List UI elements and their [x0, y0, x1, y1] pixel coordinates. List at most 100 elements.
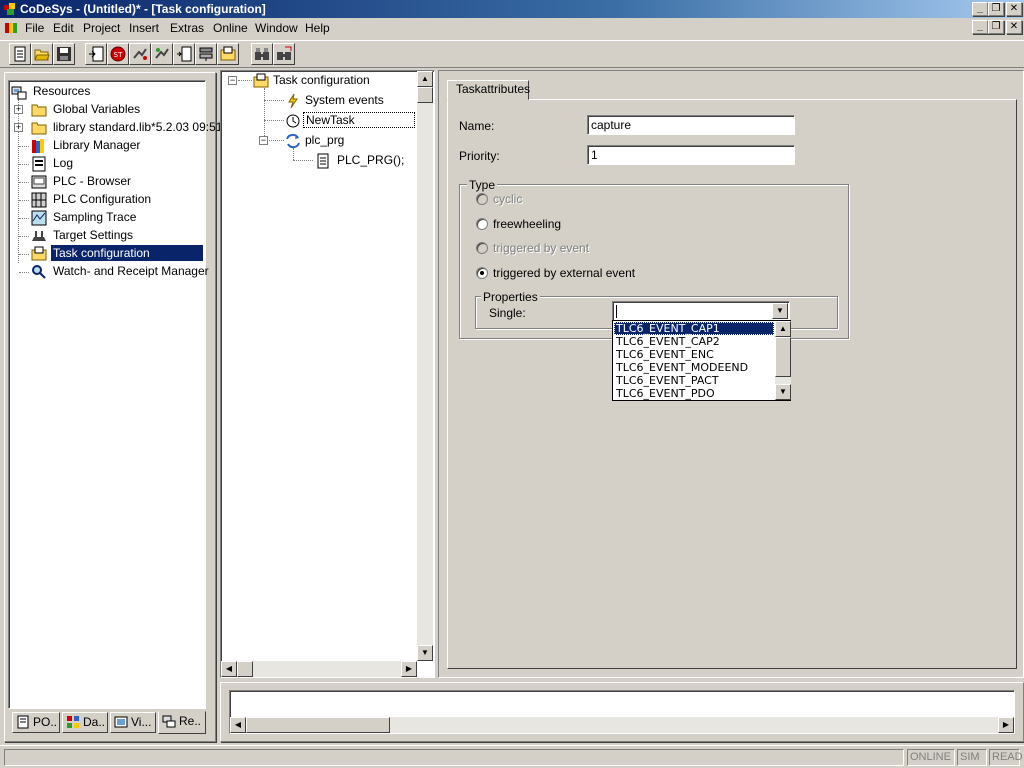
- library-icon: [32, 139, 44, 153]
- find-button[interactable]: [251, 43, 273, 65]
- dropdown-option[interactable]: TLC6_EVENT_ENC: [614, 348, 774, 361]
- task-tree-pane[interactable]: − Task configuration System events NewTa…: [220, 70, 435, 678]
- menu-file[interactable]: File: [25, 21, 44, 35]
- expand-plus-icon[interactable]: +: [14, 105, 23, 114]
- dropdown-option[interactable]: TLC6_EVENT_PACT: [614, 374, 774, 387]
- browser-icon: [31, 175, 47, 189]
- restore-button[interactable]: ❐: [988, 2, 1004, 16]
- tree-connector: [269, 140, 284, 141]
- radio-button[interactable]: [476, 218, 488, 230]
- folder-icon: [31, 122, 47, 135]
- tab-visualizations[interactable]: Vi...: [110, 712, 156, 733]
- dropdown-arrow-icon[interactable]: ▼: [772, 303, 788, 319]
- program-call-icon: [286, 133, 300, 149]
- menu-bar: File Edit Project Insert Extras Online W…: [0, 18, 1024, 38]
- tree-connector: [19, 218, 29, 219]
- menu-project[interactable]: Project: [83, 21, 120, 35]
- login-icon: [89, 46, 104, 62]
- document-system-menu-icon[interactable]: [4, 21, 18, 35]
- minimize-button[interactable]: _: [972, 2, 988, 16]
- scroll-up-arrow-icon[interactable]: ▲: [775, 321, 791, 337]
- dropdown-option[interactable]: TLC6_EVENT_CAP2: [614, 335, 774, 348]
- log-icon: [32, 156, 46, 172]
- replace-icon: [277, 46, 292, 60]
- save-icon: [57, 47, 71, 61]
- logout-icon: [155, 48, 169, 59]
- scroll-left-arrow-icon[interactable]: ◀: [221, 661, 237, 677]
- scroll-down-arrow-icon[interactable]: ▼: [775, 384, 791, 400]
- new-button[interactable]: [9, 43, 31, 65]
- expand-plus-icon[interactable]: +: [14, 123, 23, 132]
- menu-help[interactable]: Help: [305, 21, 330, 35]
- tree-connector: [19, 254, 29, 255]
- tree-connector: [293, 160, 313, 161]
- radio-button: [476, 242, 488, 254]
- folder-icon: [31, 104, 47, 117]
- single-event-combobox[interactable]: ▼: [612, 301, 790, 321]
- open-icon: [34, 49, 50, 61]
- collapse-minus-icon[interactable]: −: [259, 136, 268, 145]
- tree-connector: [264, 88, 265, 140]
- menu-window[interactable]: Window: [255, 21, 298, 35]
- combo-text: [616, 305, 617, 318]
- status-bar: ONLINE SIM READ: [0, 745, 1024, 768]
- tab-resources[interactable]: Re..: [158, 711, 206, 734]
- config-button[interactable]: [217, 43, 239, 65]
- close-button[interactable]: ✕: [1006, 2, 1022, 16]
- task-tree-hscrollbar[interactable]: ◀ ▶: [221, 661, 417, 677]
- tree-connector: [19, 236, 29, 237]
- menu-insert[interactable]: Insert: [129, 21, 159, 35]
- type-group-title: Type: [467, 178, 498, 192]
- replace-button[interactable]: [273, 43, 295, 65]
- run-button[interactable]: [129, 43, 151, 65]
- scroll-thumb[interactable]: [775, 337, 791, 377]
- new-icon: [14, 46, 26, 62]
- clock-icon: [286, 114, 300, 128]
- scroll-left-arrow-icon[interactable]: ◀: [230, 717, 246, 733]
- name-label: Name:: [459, 119, 495, 133]
- menu-edit[interactable]: Edit: [53, 21, 74, 35]
- name-input[interactable]: [587, 115, 795, 135]
- save-button[interactable]: [53, 43, 75, 65]
- dropdown-option[interactable]: TLC6_EVENT_MODEEND: [614, 361, 774, 374]
- menu-online[interactable]: Online: [213, 21, 248, 35]
- task-tree-vscrollbar[interactable]: ▲ ▼: [417, 71, 433, 661]
- build-button[interactable]: [195, 43, 217, 65]
- radio-button[interactable]: [476, 267, 488, 279]
- scroll-up-arrow-icon[interactable]: ▲: [417, 71, 433, 87]
- doc-restore-button[interactable]: ❐: [988, 20, 1004, 34]
- resources-icon: [162, 715, 176, 728]
- logout-button[interactable]: [151, 43, 173, 65]
- trace-icon: [31, 210, 47, 226]
- plc-config-icon: [31, 192, 47, 208]
- resources-tree[interactable]: Resources + Global Variables + library s…: [8, 80, 226, 709]
- status-sim: SIM: [957, 749, 987, 766]
- svg-text:ST: ST: [114, 51, 123, 59]
- scroll-down-arrow-icon[interactable]: ▼: [417, 645, 433, 661]
- dropdown-option[interactable]: TLC6_EVENT_PDO: [614, 387, 774, 400]
- scroll-thumb[interactable]: [246, 717, 390, 733]
- tab-taskattributes[interactable]: Taskattributes: [447, 80, 530, 100]
- message-hscrollbar[interactable]: ◀ ▶: [230, 717, 1014, 733]
- scroll-thumb[interactable]: [417, 87, 433, 103]
- doc-minimize-button[interactable]: _: [972, 20, 988, 34]
- menu-extras[interactable]: Extras: [170, 21, 204, 35]
- step-button[interactable]: [173, 43, 195, 65]
- collapse-minus-icon[interactable]: −: [228, 76, 237, 85]
- tab-data-types[interactable]: Da..: [62, 712, 108, 733]
- scroll-right-arrow-icon[interactable]: ▶: [998, 717, 1014, 733]
- doc-close-button[interactable]: ✕: [1006, 20, 1022, 34]
- login-button[interactable]: [85, 43, 107, 65]
- priority-input[interactable]: [587, 145, 795, 165]
- event-dropdown-list[interactable]: TLC6_EVENT_CAP1 TLC6_EVENT_CAP2 TLC6_EVE…: [612, 320, 791, 401]
- tab-pous[interactable]: PO..: [12, 712, 60, 733]
- tree-connector: [264, 120, 284, 121]
- dropdown-option[interactable]: TLC6_EVENT_CAP1: [614, 322, 774, 335]
- stop-button[interactable]: ST: [107, 43, 129, 65]
- scroll-right-arrow-icon[interactable]: ▶: [401, 661, 417, 677]
- dropdown-scrollbar[interactable]: ▲ ▼: [775, 321, 791, 400]
- message-area[interactable]: ◀ ▶: [229, 690, 1015, 734]
- organizer-tabs: PO.. Da.. Vi... Re..: [10, 711, 208, 734]
- scroll-thumb[interactable]: [237, 661, 253, 677]
- open-button[interactable]: [31, 43, 53, 65]
